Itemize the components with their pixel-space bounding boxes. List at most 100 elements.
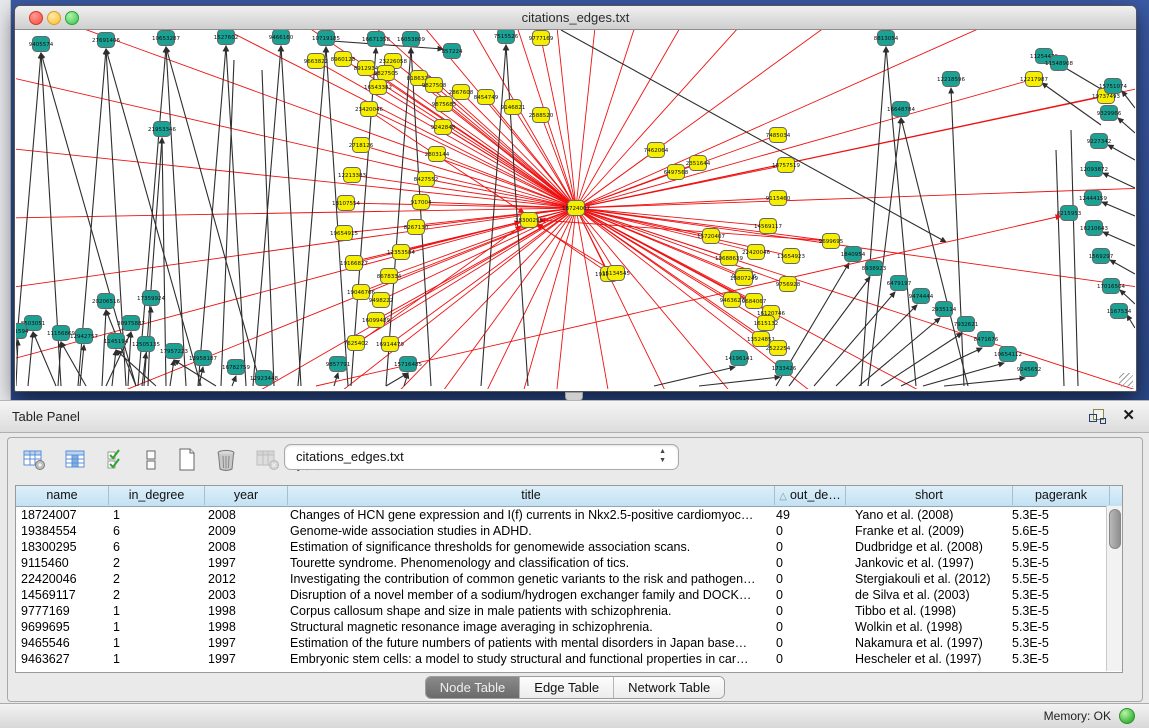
graph-node[interactable]: 22420046	[742, 245, 770, 260]
table-row[interactable]: 1456911722003Disruption of a novel membe…	[16, 587, 1122, 603]
table-cell[interactable]: Nakamura et al. (1997)	[841, 635, 1007, 651]
table-cell[interactable]: 1	[108, 507, 203, 523]
float-panel-icon[interactable]	[1089, 408, 1105, 424]
table-cell[interactable]: 5.9E-5	[1007, 539, 1103, 555]
tab-edge-table[interactable]: Edge Table	[520, 677, 614, 698]
graph-node[interactable]: 12093872	[1080, 162, 1108, 177]
graph-node[interactable]: 9663822	[304, 54, 329, 69]
graph-node[interactable]: 8454749	[474, 90, 499, 105]
graph-node[interactable]: 7625402	[344, 336, 369, 351]
graph-node[interactable]: 16671358	[362, 32, 390, 47]
graph-node[interactable]: 7515526	[494, 30, 519, 44]
graph-node[interactable]: 2718126	[349, 138, 374, 153]
table-cell[interactable]: 19384554	[16, 523, 108, 539]
graph-node[interactable]: 19654915	[330, 226, 358, 241]
table-row[interactable]: 946362711997Embryonic stem cells: a mode…	[16, 651, 1122, 667]
graph-node[interactable]: 8267130	[404, 220, 429, 235]
column-header-indegree[interactable]: in_degree	[109, 486, 205, 505]
table-row[interactable]: 911546021997Tourette syndrome. Phenomeno…	[16, 555, 1122, 571]
table-cell[interactable]: 0	[771, 539, 841, 555]
graph-node[interactable]: 9699695	[819, 234, 844, 249]
graph-node[interactable]: 20206516	[92, 294, 120, 309]
table-cell[interactable]: 2	[108, 587, 203, 603]
graph-node[interactable]: 15716485	[394, 357, 422, 372]
graph-node[interactable]: 16543382	[364, 80, 392, 95]
table-cell[interactable]: Disruption of a novel member of a sodium…	[285, 587, 771, 603]
tab-node-table[interactable]: Node Table	[426, 677, 521, 698]
close-panel-icon[interactable]: ✕	[1122, 406, 1135, 424]
table-cell[interactable]: 0	[771, 635, 841, 651]
table-cell[interactable]: 0	[771, 523, 841, 539]
table-cell[interactable]: 5.3E-5	[1007, 603, 1103, 619]
graph-node[interactable]: 1569297	[1089, 249, 1114, 264]
table-cell[interactable]: Corpus callosum shape and size in male p…	[285, 603, 771, 619]
graph-node[interactable]: 12505135	[132, 337, 160, 352]
graph-node[interactable]: 15720407	[697, 229, 725, 244]
table-cell[interactable]: 2008	[203, 507, 285, 523]
table-cell[interactable]: 9115460	[16, 555, 108, 571]
scrollbar-thumb[interactable]	[1109, 509, 1121, 549]
table-cell[interactable]: 0	[771, 603, 841, 619]
graph-node[interactable]: 2803144	[425, 147, 450, 162]
table-cell[interactable]: 9699695	[16, 619, 108, 635]
graph-node[interactable]: 16053809	[397, 32, 425, 47]
graph-node[interactable]: 19166827	[340, 256, 368, 271]
table-cell[interactable]: 1	[108, 651, 203, 667]
combobox-stepper-icon[interactable]: ▲▼	[659, 447, 666, 465]
table-cell[interactable]: 5.5E-5	[1007, 571, 1103, 587]
graph-node[interactable]: 9466160	[269, 30, 294, 45]
graph-node[interactable]: 9756928	[776, 277, 801, 292]
table-cell[interactable]: 9463627	[16, 651, 108, 667]
graph-node[interactable]: 1733426	[772, 361, 797, 376]
table-settings-button[interactable]	[23, 449, 47, 476]
network-graph-canvas[interactable]: 1830029527181261221338318107554196549151…	[16, 30, 1135, 389]
table-cell[interactable]: 0	[771, 651, 841, 667]
graph-node[interactable]: 2351644	[686, 156, 711, 171]
table-cell[interactable]: 2009	[203, 523, 285, 539]
graph-node[interactable]: 7485034	[766, 128, 791, 143]
table-cell[interactable]: Hescheler et al. (1997)	[841, 651, 1007, 667]
graph-node[interactable]: 8813054	[874, 31, 899, 46]
table-cell[interactable]: 1997	[203, 651, 285, 667]
cell-view-button[interactable]	[144, 449, 158, 476]
create-column-button[interactable]	[177, 448, 197, 477]
table-cell[interactable]: Tourette syndrome. Phenomenology and cla…	[285, 555, 771, 571]
graph-node[interactable]: 8678334	[377, 269, 402, 284]
graph-node[interactable]: 9405574	[29, 37, 54, 52]
graph-node[interactable]: 9827508	[422, 78, 447, 93]
column-header-pagerank[interactable]: pagerank	[1013, 486, 1110, 505]
table-cell[interactable]: Changes of HCN gene expression and I(f) …	[285, 507, 771, 523]
table-row[interactable]: 1872400712008Changes of HCN gene express…	[16, 507, 1122, 523]
table-cell[interactable]: 2	[108, 571, 203, 587]
table-row[interactable]: 1830029562008Estimation of significance …	[16, 539, 1122, 555]
table-cell[interactable]: Estimation of the future numbers of pati…	[285, 635, 771, 651]
table-cell[interactable]: 18300295	[16, 539, 108, 555]
table-cell[interactable]: 1997	[203, 635, 285, 651]
column-header-outde[interactable]: △out_de…	[775, 486, 846, 505]
graph-node[interactable]: 9115460	[766, 191, 791, 206]
table-cell[interactable]: 2008	[203, 539, 285, 555]
table-cell[interactable]: 5.3E-5	[1007, 619, 1103, 635]
table-cell[interactable]: 2	[108, 555, 203, 571]
graph-node[interactable]: 917004	[411, 195, 432, 210]
graph-node[interactable]: 1527602	[214, 30, 239, 45]
network-window[interactable]: citations_edges.txt 18300295271812612213…	[14, 5, 1137, 392]
table-cell[interactable]: Structural magnetic resonance image aver…	[285, 619, 771, 635]
graph-node[interactable]: 8215953	[1057, 206, 1082, 221]
table-cell[interactable]: Investigating the contribution of common…	[285, 571, 771, 587]
table-cell[interactable]: 22420046	[16, 571, 108, 587]
table-scrollbar[interactable]	[1106, 506, 1122, 671]
tab-network-table[interactable]: Network Table	[614, 677, 724, 698]
graph-node[interactable]: 10653287	[152, 31, 180, 46]
table-row[interactable]: 969969511998Structural magnetic resonanc…	[16, 619, 1122, 635]
graph-node[interactable]: 18807249	[730, 271, 758, 286]
table-cell[interactable]: de Silva et al. (2003)	[841, 587, 1007, 603]
table-cell[interactable]: 49	[771, 507, 841, 523]
graph-node[interactable]: 7932621	[954, 317, 979, 332]
table-cell[interactable]: 9777169	[16, 603, 108, 619]
graph-node[interactable]: 17359924	[137, 291, 165, 306]
table-cell[interactable]: 1	[108, 603, 203, 619]
graph-node[interactable]: 2867608	[449, 85, 474, 100]
graph-node[interactable]: 14196141	[725, 351, 753, 366]
graph-node[interactable]: 30975887	[117, 316, 145, 331]
